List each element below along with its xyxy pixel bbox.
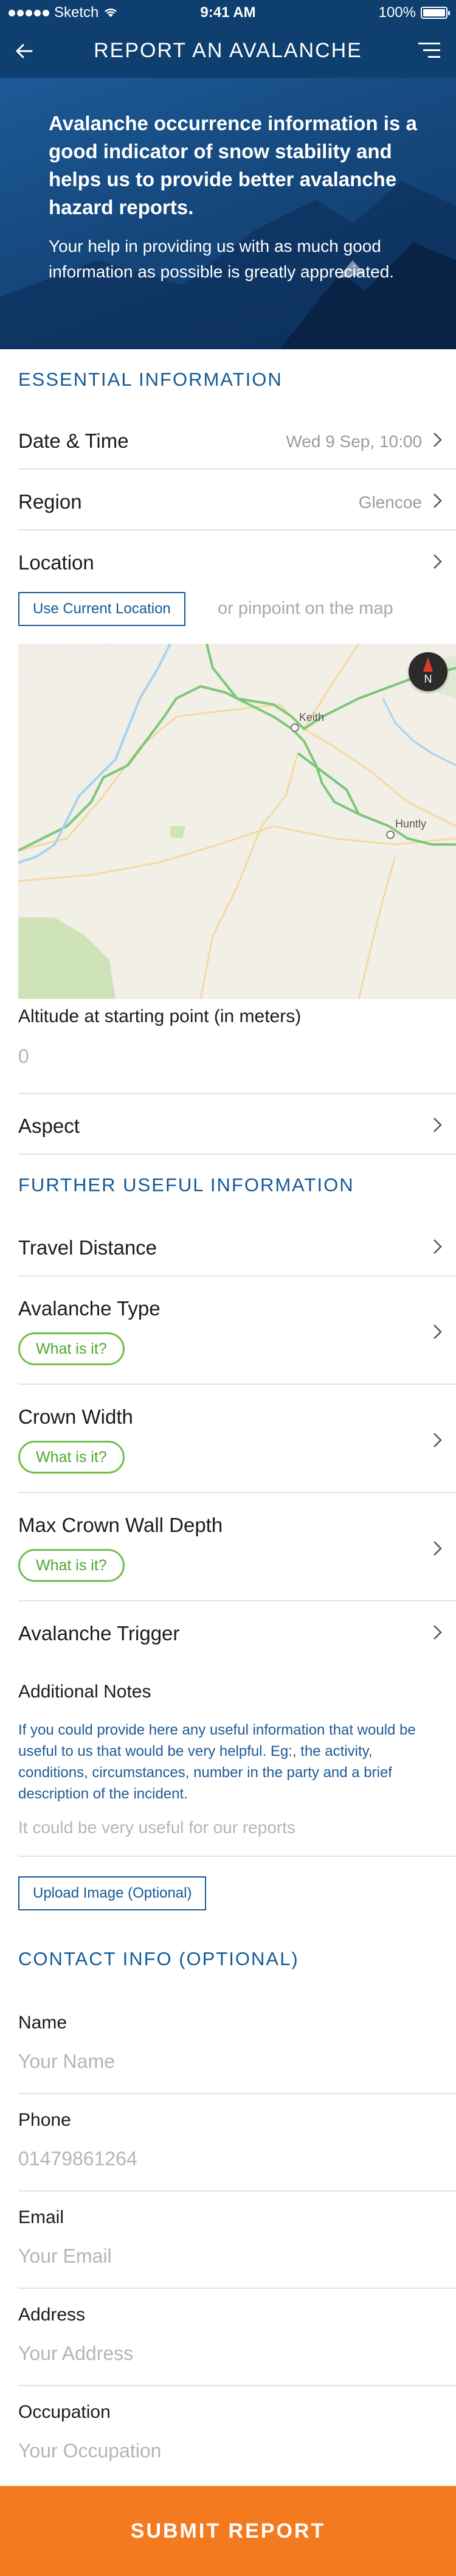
status-bar: Sketch 9:41 AM 100% <box>0 0 456 24</box>
compass-needle-icon: N <box>423 657 433 685</box>
additional-notes-label: Additional Notes <box>18 1682 151 1702</box>
intro-body: Your help in providing us with as much g… <box>49 237 395 281</box>
page-title: REPORT AN AVALANCHE <box>94 39 362 62</box>
battery-icon <box>421 7 450 19</box>
intro-heading: Avalanche occurrence information is a go… <box>49 112 417 218</box>
chevron-right-icon <box>434 1625 442 1640</box>
avalanche-trigger-row[interactable]: Avalanche Trigger <box>18 1601 456 1662</box>
date-time-row[interactable]: Date & Time Wed 9 Sep, 10:00 <box>18 409 456 470</box>
max-crown-wall-depth-row[interactable]: Max Crown Wall Depth <box>18 1493 456 1601</box>
max-crown-wall-depth-info-button[interactable]: What is it? <box>18 1549 125 1582</box>
name-label: Name <box>18 2013 67 2033</box>
chevron-right-icon <box>434 1541 442 1556</box>
occupation-label: Occupation <box>18 2402 111 2422</box>
upload-image-button[interactable]: Upload Image (Optional) <box>18 1876 207 1910</box>
region-value: Glencoe <box>358 493 422 512</box>
aspect-row[interactable]: Aspect <box>18 1094 456 1155</box>
address-input[interactable]: Your Address <box>18 2342 133 2365</box>
occupation-input[interactable]: Your Occupation <box>18 2440 161 2462</box>
divider <box>18 1856 456 1857</box>
travel-distance-row[interactable]: Travel Distance <box>18 1216 456 1276</box>
chevron-right-icon <box>434 493 442 508</box>
email-label: Email <box>18 2207 64 2227</box>
aspect-label: Aspect <box>18 1115 80 1137</box>
compass-letter: N <box>424 673 432 685</box>
travel-distance-label: Travel Distance <box>18 1236 157 1259</box>
phone-input[interactable]: 01479861264 <box>18 2148 137 2170</box>
additional-notes-help: If you could provide here any useful inf… <box>18 1722 416 1802</box>
email-input[interactable]: Your Email <box>18 2245 112 2268</box>
submit-report-button[interactable]: SUBMIT REPORT <box>0 2486 456 2576</box>
chevron-right-icon <box>434 554 442 569</box>
altitude-label: Altitude at starting point (in meters) <box>18 1006 302 1026</box>
status-right: 100% <box>378 4 450 21</box>
contact-section-title: CONTACT INFO (OPTIONAL) <box>18 1948 299 1969</box>
chevron-right-icon <box>434 1239 442 1254</box>
compass-icon[interactable]: N <box>409 652 447 691</box>
location-map[interactable]: Keith Huntly N <box>18 644 456 999</box>
further-section-title: FURTHER USEFUL INFORMATION <box>18 1174 354 1196</box>
address-label: Address <box>18 2305 86 2325</box>
avalanche-trigger-label: Avalanche Trigger <box>18 1622 180 1645</box>
battery-percent: 100% <box>378 4 416 21</box>
additional-notes-input[interactable]: It could be very useful for our reports <box>18 1818 295 1837</box>
crown-width-info-button[interactable]: What is it? <box>18 1441 125 1474</box>
avalanche-type-row[interactable]: Avalanche Type <box>18 1276 456 1385</box>
divider <box>18 2093 456 2094</box>
essential-section-title: ESSENTIAL INFORMATION <box>18 369 283 390</box>
name-input[interactable]: Your Name <box>18 2050 115 2073</box>
date-time-label: Date & Time <box>18 430 129 452</box>
crown-width-row[interactable]: Crown Width <box>18 1385 456 1493</box>
region-row[interactable]: Region Glencoe <box>18 470 456 531</box>
divider <box>18 2288 456 2289</box>
region-label: Region <box>18 490 82 513</box>
phone-label: Phone <box>18 2110 71 2130</box>
crown-width-label: Crown Width <box>18 1405 133 1428</box>
altitude-input[interactable]: 0 <box>18 1045 29 1068</box>
chevron-right-icon <box>434 1325 442 1339</box>
map-canvas: Keith Huntly <box>18 644 456 999</box>
use-current-location-button[interactable]: Use Current Location <box>18 592 185 626</box>
divider <box>18 2190 456 2191</box>
map-label-huntly: Huntly <box>395 818 426 830</box>
chevron-right-icon <box>434 1118 442 1132</box>
location-row[interactable]: Location <box>18 531 456 591</box>
hamburger-menu-icon[interactable] <box>418 41 440 60</box>
avalanche-type-info-button[interactable]: What is it? <box>18 1332 125 1365</box>
intro-banner: Avalanche occurrence information is a go… <box>0 78 456 349</box>
nav-bar: REPORT AN AVALANCHE <box>0 24 456 78</box>
divider <box>18 2385 456 2386</box>
chevron-right-icon <box>434 1433 442 1447</box>
chevron-right-icon <box>434 433 442 447</box>
avalanche-type-label: Avalanche Type <box>18 1297 161 1320</box>
map-label-keith: Keith <box>299 711 324 723</box>
date-time-value: Wed 9 Sep, 10:00 <box>286 432 422 451</box>
max-crown-wall-depth-label: Max Crown Wall Depth <box>18 1514 223 1536</box>
location-label: Location <box>18 551 94 574</box>
pinpoint-hint: or pinpoint on the map <box>218 599 393 618</box>
